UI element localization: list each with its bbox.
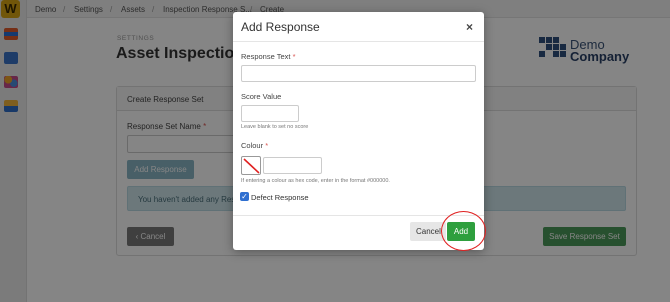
modal-header-divider — [233, 41, 484, 42]
modal-title: Add Response — [241, 20, 320, 34]
defect-response-label[interactable]: Defect Response — [251, 193, 309, 202]
required-marker: * — [265, 141, 269, 150]
score-value-label: Score Value — [241, 92, 282, 101]
response-text-label-text: Response Text — [241, 52, 291, 61]
no-colour-icon — [243, 158, 260, 174]
colour-hex-input[interactable] — [263, 157, 322, 174]
close-icon[interactable]: × — [466, 20, 473, 34]
add-response-modal: Add Response × Response Text * Score Val… — [233, 12, 484, 250]
response-text-label: Response Text * — [241, 52, 296, 61]
checkmark-icon: ✓ — [241, 192, 248, 201]
modal-footer-divider — [233, 215, 484, 216]
required-marker: * — [292, 52, 296, 61]
highlight-annotation — [441, 211, 486, 251]
response-text-input[interactable] — [241, 65, 476, 82]
colour-label: Colour * — [241, 141, 268, 150]
defect-response-checkbox[interactable]: ✓ — [240, 192, 249, 201]
score-value-input[interactable] — [241, 105, 299, 122]
colour-help-text: If entering a colour as hex code, enter … — [241, 178, 390, 184]
colour-label-text: Colour — [241, 141, 264, 150]
colour-swatch-button[interactable] — [241, 156, 261, 175]
score-help-text: Leave blank to set no score — [241, 124, 309, 130]
